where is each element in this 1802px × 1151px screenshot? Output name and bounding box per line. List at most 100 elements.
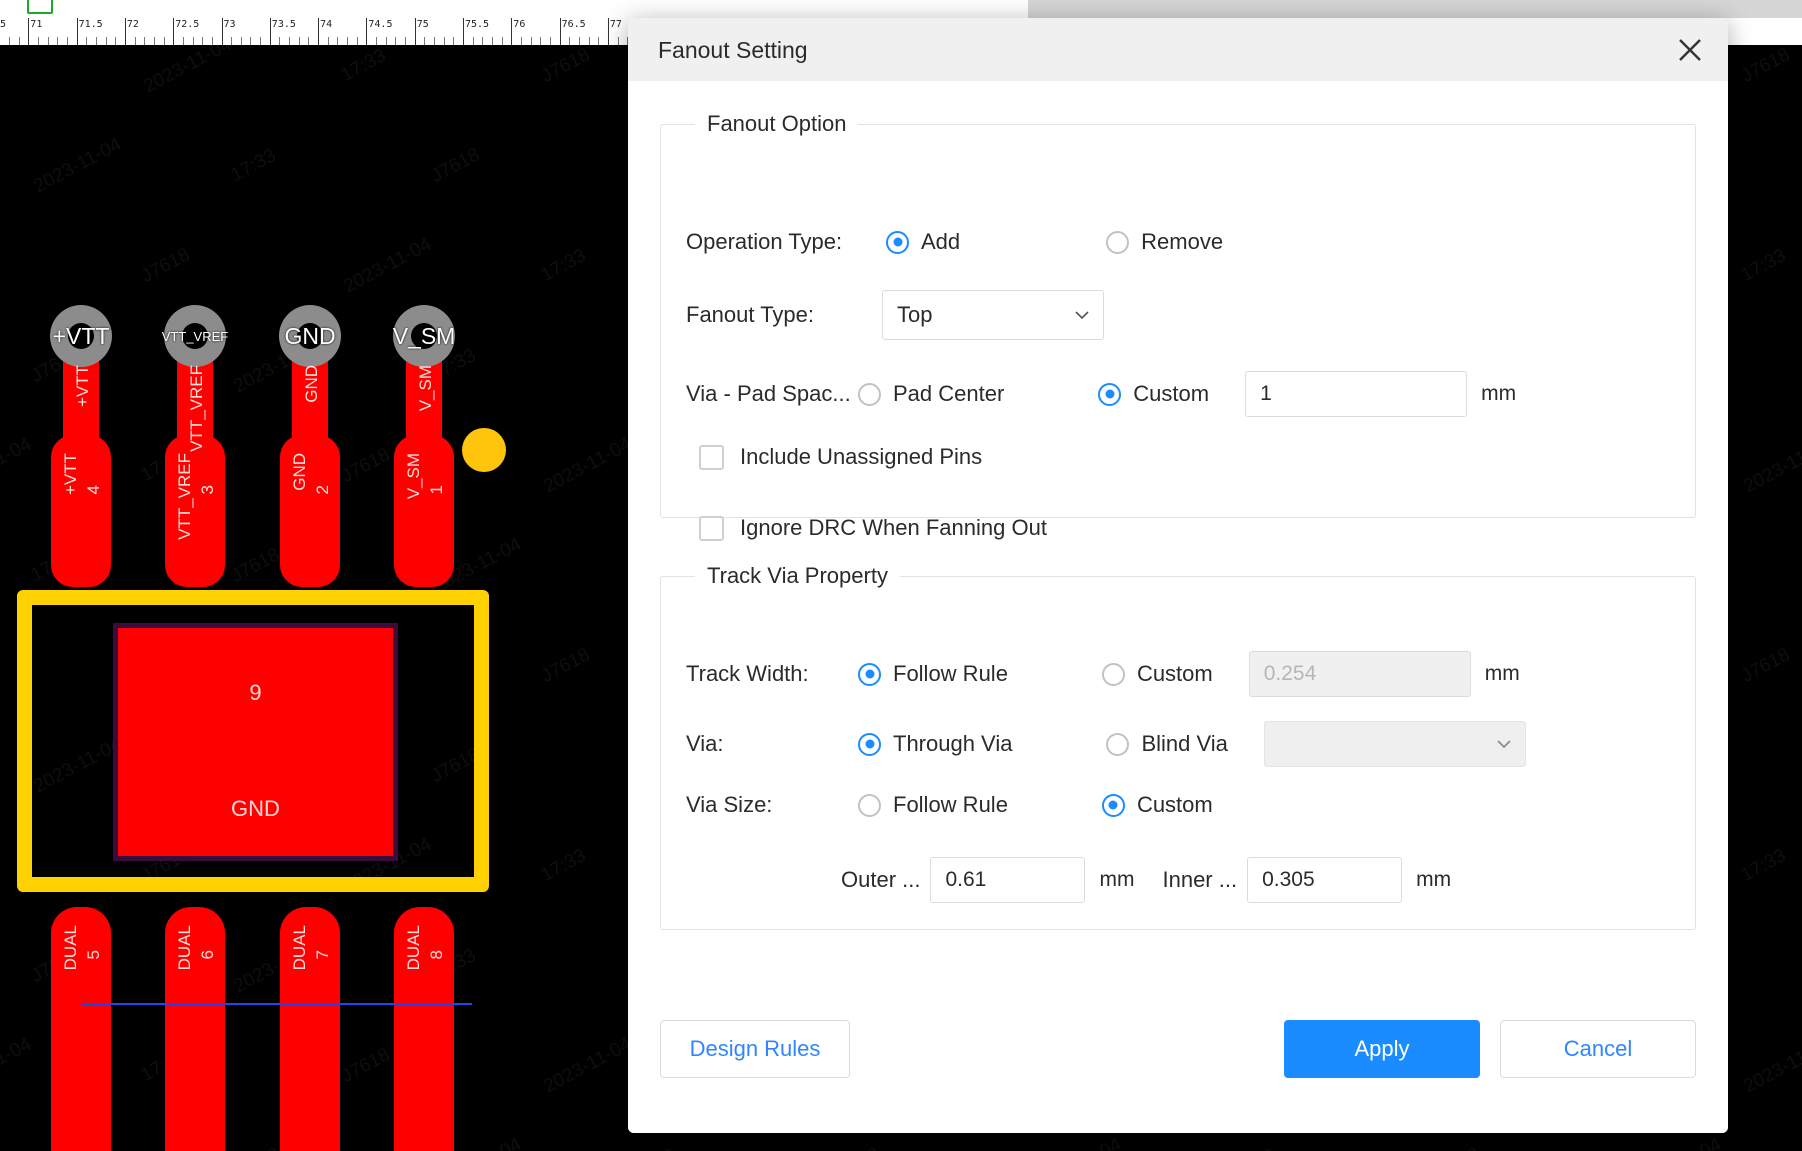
radio-via-size-follow-rule[interactable]: Follow Rule bbox=[858, 792, 1008, 818]
watermark: 2023-11-04 bbox=[540, 1033, 635, 1098]
row-via-diameters: Outer ... mm Inner ... mm bbox=[841, 857, 1451, 903]
radio-blind-via[interactable]: Blind Via bbox=[1106, 731, 1228, 757]
radio-track-width-custom[interactable]: Custom bbox=[1101, 661, 1213, 687]
pad-body[interactable] bbox=[51, 435, 111, 587]
watermark: 17:33 bbox=[537, 845, 590, 886]
watermark: 2023-11-04 bbox=[1030, 1134, 1125, 1151]
ruler-minor-tick bbox=[192, 37, 194, 45]
via-pad-spacing-input[interactable] bbox=[1245, 371, 1468, 417]
ruler-minor-tick bbox=[588, 37, 590, 45]
watermark: 17:33 bbox=[227, 145, 280, 186]
watermark: J7618 bbox=[137, 244, 194, 287]
track-width-custom-input[interactable] bbox=[1248, 651, 1471, 697]
ruler-minor-tick bbox=[385, 37, 387, 45]
ruler-label: 73 bbox=[223, 19, 236, 30]
watermark: J7618 bbox=[427, 144, 484, 187]
radio-operation-remove[interactable]: Remove bbox=[1106, 229, 1223, 255]
checkbox-ignore-drc[interactable]: Ignore DRC When Fanning Out bbox=[699, 515, 1047, 541]
radio-via-pad-custom[interactable]: Custom bbox=[1098, 381, 1209, 407]
watermark: J7618 bbox=[1737, 45, 1794, 87]
via-inner-input[interactable] bbox=[1247, 857, 1403, 903]
watermark: J7618 bbox=[828, 1144, 884, 1151]
ruler-tick bbox=[511, 18, 513, 45]
ruler-label: 76 bbox=[513, 19, 526, 30]
fanout-type-select[interactable]: Top bbox=[882, 290, 1104, 340]
ruler-tick bbox=[607, 18, 609, 45]
row-fanout-type: Fanout Type: Top bbox=[686, 290, 1104, 340]
ruler-minor-tick bbox=[47, 37, 49, 45]
pad-body[interactable] bbox=[394, 435, 454, 587]
ruler-minor-tick bbox=[289, 37, 291, 45]
pad-pin-number: 6 bbox=[198, 950, 217, 960]
close-icon[interactable] bbox=[1672, 32, 1708, 68]
fanout-option-legend: Fanout Option bbox=[707, 111, 847, 136]
radio-dot bbox=[1101, 793, 1125, 817]
pad-body[interactable] bbox=[51, 907, 111, 1151]
pad-body-net-label: DUAL bbox=[61, 925, 80, 971]
pad-through-hole[interactable]: VTT_VREF bbox=[161, 305, 229, 367]
pad-body-net-label: GND bbox=[290, 453, 309, 491]
dialog-body: Fanout Option Operation Type: Add Remove bbox=[628, 81, 1728, 1061]
watermark: 2023-11-04 bbox=[1740, 433, 1802, 498]
via-outer-input[interactable] bbox=[930, 857, 1086, 903]
center-thermal-pad[interactable]: 9 GND bbox=[113, 623, 398, 861]
pad-body[interactable] bbox=[165, 435, 225, 587]
blind-via-select[interactable] bbox=[1263, 721, 1526, 767]
fanout-type-value: Top bbox=[897, 302, 933, 327]
ruler-label: 76.5 bbox=[561, 19, 586, 30]
ruler-minor-tick bbox=[347, 37, 349, 45]
track-width-label: Track Width: bbox=[686, 661, 809, 686]
watermark: J7618 bbox=[227, 544, 284, 587]
pad-body[interactable] bbox=[280, 907, 340, 1151]
watermark: J7618 bbox=[228, 1144, 284, 1151]
radio-dot bbox=[1106, 230, 1130, 254]
ruler-minor-tick bbox=[578, 37, 580, 45]
ruler-minor-tick bbox=[66, 37, 68, 45]
pad-through-hole[interactable]: V_SM bbox=[393, 305, 455, 367]
radio-through-via[interactable]: Through Via bbox=[858, 731, 1012, 757]
pad-through-hole[interactable]: GND bbox=[279, 305, 341, 367]
radio-via-pad-custom-label: Custom bbox=[1133, 381, 1210, 406]
row-track-width: Track Width: Follow Rule Custom mm bbox=[686, 651, 1520, 697]
pad-net-label: VTT_VREF bbox=[161, 328, 229, 344]
via-label: Via: bbox=[686, 731, 724, 756]
radio-via-size-custom[interactable]: Custom bbox=[1101, 792, 1213, 818]
pad-body[interactable] bbox=[165, 907, 225, 1151]
highlight-dot[interactable] bbox=[462, 428, 506, 472]
watermark: 2023-11-04 bbox=[340, 233, 435, 298]
pad-body[interactable] bbox=[280, 435, 340, 587]
checkbox-include-unassigned-pins[interactable]: Include Unassigned Pins bbox=[699, 444, 982, 470]
fanout-setting-dialog: Fanout Setting Fanout Option Operation T… bbox=[628, 18, 1728, 1133]
fanout-type-label: Fanout Type: bbox=[686, 302, 815, 327]
pad-stem-label: VTT_VREF bbox=[187, 365, 206, 452]
cancel-button[interactable]: Cancel bbox=[1500, 1020, 1696, 1078]
ruler-label: 74 bbox=[320, 19, 333, 30]
dialog-title: Fanout Setting bbox=[658, 37, 808, 63]
radio-dot bbox=[1101, 662, 1125, 686]
ruler-minor-tick bbox=[250, 37, 252, 45]
apply-button[interactable]: Apply bbox=[1284, 1020, 1480, 1078]
pad-stem-label: +VTT bbox=[73, 365, 92, 408]
ruler-minor-tick bbox=[520, 37, 522, 45]
radio-operation-remove-label: Remove bbox=[1141, 229, 1224, 254]
radio-dot bbox=[858, 662, 881, 686]
ruler-tick bbox=[318, 18, 320, 45]
center-pad-pin: 9 bbox=[249, 680, 262, 705]
pad-through-hole[interactable]: +VTT bbox=[50, 305, 112, 367]
radio-operation-add[interactable]: Add bbox=[886, 229, 960, 255]
ruler-label: 75.5 bbox=[465, 19, 490, 30]
design-rules-button[interactable]: Design Rules bbox=[660, 1020, 850, 1078]
radio-dot bbox=[886, 230, 909, 254]
toolbar-green-icon[interactable] bbox=[27, 0, 53, 14]
ruler-label: 73.5 bbox=[271, 19, 296, 30]
watermark: 2023-11-04 bbox=[540, 433, 635, 498]
radio-track-width-follow-rule[interactable]: Follow Rule bbox=[858, 661, 1008, 687]
pad-body[interactable] bbox=[394, 907, 454, 1151]
operation-type-label: Operation Type: bbox=[686, 229, 843, 254]
watermark: J7618 bbox=[537, 45, 594, 87]
watermark: J7618 bbox=[337, 444, 394, 487]
watermark: J7618 bbox=[337, 1044, 394, 1087]
pad-body-net-label: DUAL bbox=[404, 925, 423, 971]
radio-pad-center[interactable]: Pad Center bbox=[858, 381, 1004, 407]
chevron-down-icon bbox=[1497, 737, 1511, 751]
